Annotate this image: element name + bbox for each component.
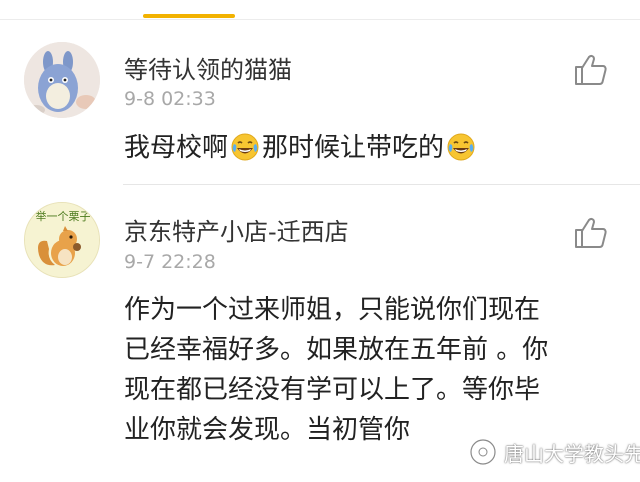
top-divider: [0, 19, 640, 20]
comment-text-line: 现在都已经没有学可以上了。等你毕: [124, 375, 541, 405]
wechat-channel-icon: [469, 438, 497, 466]
avatar[interactable]: 举一个栗子: [24, 202, 100, 278]
comment-divider: [123, 184, 640, 185]
like-button[interactable]: [574, 217, 608, 249]
watermark: 唐山大学教头先知: [468, 434, 640, 470]
thumbs-up-icon: [575, 54, 607, 85]
comment-text-line: 作为一个过来师姐，只能说你们现在: [124, 295, 541, 325]
laugh-cry-emoji-icon: [446, 132, 476, 174]
comment-text: 作为一个过来师姐，只能说你们现在 已经幸福好多。如果放在五年前 。你 现在都已经…: [124, 290, 624, 450]
comment-username[interactable]: 京东特产小店-迁西店: [124, 212, 349, 247]
like-button[interactable]: [574, 54, 608, 86]
comment-item: 等待认领的猫猫 9-8 02:33 我母校啊 那时候让带吃的: [0, 28, 640, 185]
comment-text-part: 那时候让带吃的: [262, 133, 445, 163]
active-tab-indicator: [143, 14, 235, 18]
comment-text-line: 已经幸福好多。如果放在五年前 。你: [124, 335, 549, 365]
comment-timestamp: 9-7 22:28: [124, 251, 216, 273]
comment-text-part: 我母校啊: [124, 133, 229, 163]
thumbs-up-icon: [575, 217, 607, 248]
avatar-caption: 举一个栗子: [35, 210, 91, 223]
comment-timestamp: 9-8 02:33: [124, 88, 216, 110]
totoro-avatar-icon: [24, 42, 100, 118]
comment-text: 我母校啊 那时候让带吃的: [124, 128, 478, 174]
avatar[interactable]: [24, 42, 100, 118]
watermark-text: 唐山大学教头先知: [504, 441, 640, 466]
laugh-cry-emoji-icon: [230, 132, 260, 174]
comment-username[interactable]: 等待认领的猫猫: [124, 50, 292, 85]
